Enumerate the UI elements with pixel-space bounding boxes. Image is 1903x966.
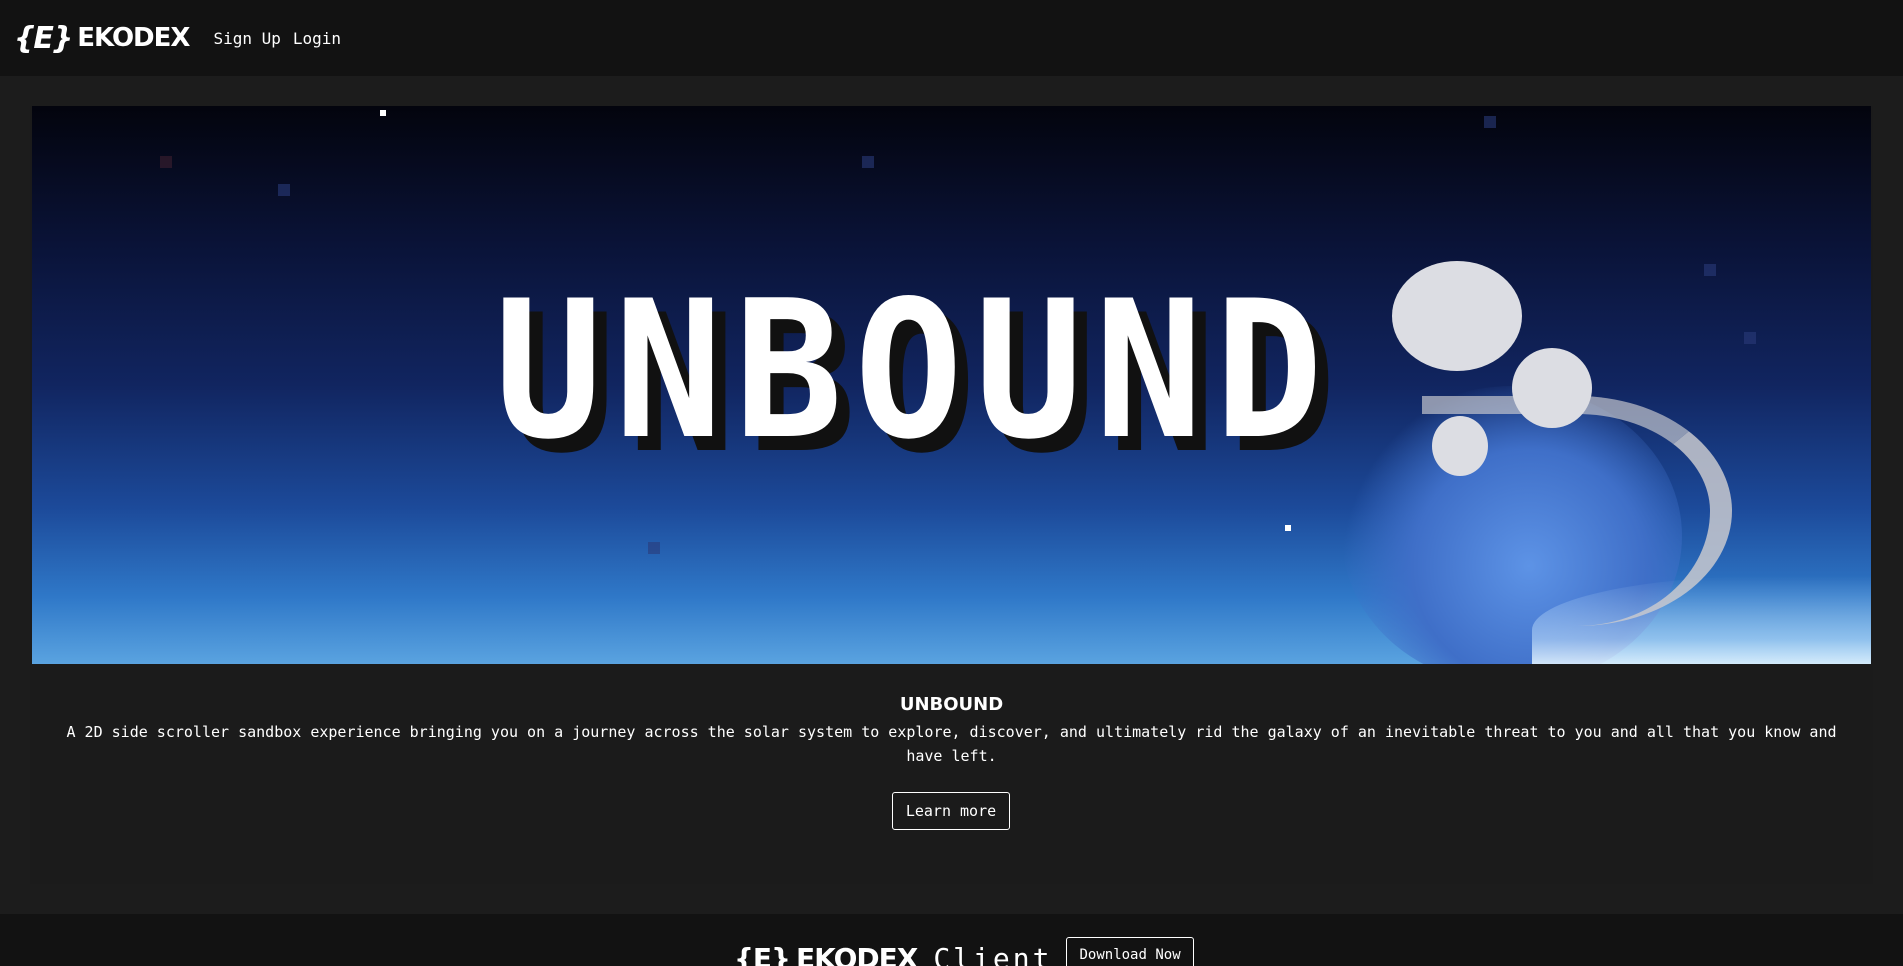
game-title: UNBOUND [899, 694, 1004, 715]
featured-game-card: UNBOUND UNBOUND A 2D side scroller sandb… [30, 106, 1873, 884]
client-label: Client [933, 942, 1053, 966]
login-link[interactable]: Login [293, 29, 341, 48]
download-now-button[interactable]: Download Now [1066, 936, 1194, 966]
banner-title-text: UNBOUND [494, 260, 1335, 481]
brand-name: EKODEX [77, 23, 190, 53]
client-download-group: {E} EKODEX Client Download Now [734, 936, 1194, 966]
client-download-bar: {E} EKODEX Client Download Now [0, 914, 1903, 966]
learn-more-button[interactable]: Learn more [892, 792, 1010, 830]
brand-logo[interactable]: {E} EKODEX [14, 20, 190, 56]
top-navbar: {E} EKODEX Sign Up Login [0, 0, 1903, 76]
game-description: A 2D side scroller sandbox experience br… [66, 723, 1837, 765]
footer-ekodex-logo-icon: {E} [734, 942, 791, 966]
main-content: UNBOUND UNBOUND A 2D side scroller sandb… [0, 76, 1903, 914]
unbound-banner-image: UNBOUND [32, 106, 1871, 664]
sign-up-link[interactable]: Sign Up [213, 29, 280, 48]
ekodex-logo-icon: {E} [14, 20, 73, 56]
footer-brand-name: EKODEX [796, 942, 918, 966]
